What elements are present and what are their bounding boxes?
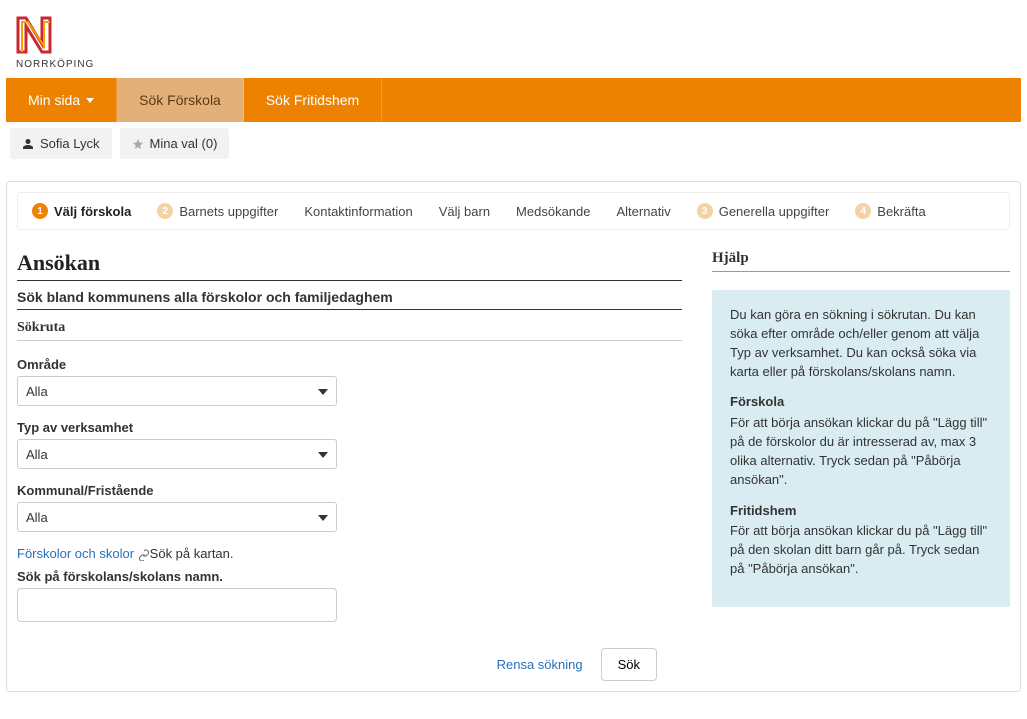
help-fritids-heading: Fritidshem bbox=[730, 502, 992, 521]
page-subtitle: Sök bland kommunens alla förskolor och f… bbox=[17, 289, 682, 305]
nav-min-sida[interactable]: Min sida bbox=[6, 78, 117, 122]
page-title: Ansökan bbox=[17, 250, 682, 276]
help-fritids-text: För att börja ansökan klickar du på "Läg… bbox=[730, 523, 987, 576]
nav-sok-fritidshem[interactable]: Sök Fritidshem bbox=[244, 78, 382, 122]
link-icon bbox=[138, 549, 150, 561]
omrade-select[interactable]: Alla bbox=[17, 376, 337, 406]
brand-logo: NORRKÖPING bbox=[6, 10, 1021, 78]
help-title: Hjälp bbox=[712, 250, 1010, 267]
star-icon bbox=[132, 138, 144, 150]
divider bbox=[712, 271, 1010, 272]
help-forskola-heading: Förskola bbox=[730, 393, 992, 412]
search-button[interactable]: Sök bbox=[601, 648, 657, 681]
favorites-pill[interactable]: Mina val (0) bbox=[120, 128, 230, 159]
divider bbox=[17, 309, 682, 310]
main-nav: Min sida Sök Förskola Sök Fritidshem bbox=[6, 78, 1021, 122]
step-bekrafta[interactable]: 4Bekräfta bbox=[855, 203, 925, 219]
nav-sok-forskola[interactable]: Sök Förskola bbox=[117, 78, 244, 122]
brand-name: NORRKÖPING bbox=[16, 59, 94, 70]
norrkoping-logo-icon bbox=[16, 14, 60, 54]
divider bbox=[17, 340, 682, 341]
help-box: Du kan göra en sökning i sökrutan. Du ka… bbox=[712, 290, 1010, 607]
help-forskola-text: För att börja ansökan klickar du på "Läg… bbox=[730, 415, 987, 487]
omrade-label: Område bbox=[17, 357, 337, 372]
step-valj-barn[interactable]: Välj barn bbox=[439, 204, 490, 219]
step-valj-forskola[interactable]: 1Välj förskola bbox=[32, 203, 131, 219]
user-icon bbox=[22, 138, 34, 150]
step-alternativ[interactable]: Alternativ bbox=[617, 204, 671, 219]
kommunal-label: Kommunal/Fristående bbox=[17, 483, 337, 498]
step-generella[interactable]: 3Generella uppgifter bbox=[697, 203, 830, 219]
step-barnets-uppgifter[interactable]: 2Barnets uppgifter bbox=[157, 203, 278, 219]
user-pill[interactable]: Sofia Lyck bbox=[10, 128, 112, 159]
chevron-down-icon bbox=[86, 98, 94, 103]
favorites-label: Mina val (0) bbox=[150, 136, 218, 151]
sub-nav: Sofia Lyck Mina val (0) bbox=[6, 122, 1021, 165]
progress-steps: 1Välj förskola 2Barnets uppgifter Kontak… bbox=[17, 192, 1010, 230]
help-intro: Du kan göra en sökning i sökrutan. Du ka… bbox=[730, 306, 992, 381]
divider bbox=[17, 280, 682, 281]
user-name: Sofia Lyck bbox=[40, 136, 100, 151]
map-search-text: Sök på kartan. bbox=[150, 546, 234, 561]
step-medsokande[interactable]: Medsökande bbox=[516, 204, 590, 219]
typ-select[interactable]: Alla bbox=[17, 439, 337, 469]
name-search-label: Sök på förskolans/skolans namn. bbox=[17, 569, 337, 584]
map-link-row: Förskolor och skolor Sök på kartan. bbox=[17, 546, 682, 561]
forskolor-link[interactable]: Förskolor och skolor bbox=[17, 546, 134, 561]
clear-search-link[interactable]: Rensa sökning bbox=[497, 657, 583, 672]
name-search-input[interactable] bbox=[17, 588, 337, 622]
panel-title: Sökruta bbox=[17, 320, 682, 336]
step-kontaktinfo[interactable]: Kontaktinformation bbox=[304, 204, 412, 219]
typ-label: Typ av verksamhet bbox=[17, 420, 337, 435]
kommunal-select[interactable]: Alla bbox=[17, 502, 337, 532]
